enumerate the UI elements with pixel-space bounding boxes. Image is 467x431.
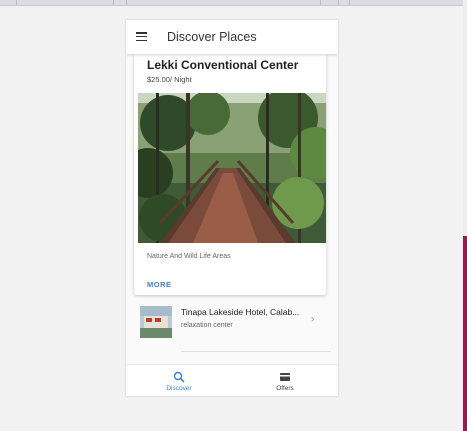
list-item[interactable]: Tinapa Lakeside Hotel, Calab... relaxati… (140, 304, 330, 338)
more-button[interactable]: MORE (147, 280, 172, 289)
tab-discover[interactable]: Discover (126, 365, 232, 396)
card-icon (280, 373, 290, 381)
place-category: Nature And Wild Life Areas (147, 253, 231, 260)
list-divider (181, 351, 331, 352)
place-image (138, 93, 326, 243)
discover-content[interactable]: Lekki Conventional Center $25.00/ Night (126, 54, 338, 364)
bottom-navigation: Discover Offers (126, 364, 338, 396)
place-thumbnail (140, 306, 172, 338)
tab-offers-label: Offers (276, 385, 294, 392)
list-item-title: Tinapa Lakeside Hotel, Calab... (181, 307, 300, 317)
tab-separator (338, 0, 339, 5)
tab-separator (126, 0, 127, 5)
window-edge-accent (463, 236, 467, 431)
featured-place-card[interactable]: Lekki Conventional Center $25.00/ Night (134, 54, 326, 295)
chevron-right-icon: › (311, 314, 315, 325)
list-item-subtitle: relaxation center (181, 322, 233, 329)
menu-icon[interactable] (136, 32, 147, 42)
app-toolbar: Discover Places (126, 20, 338, 54)
tab-offers[interactable]: Offers (232, 365, 338, 396)
page-title: Discover Places (167, 30, 257, 44)
browser-top-strip (0, 0, 467, 6)
tab-separator (320, 0, 321, 5)
tab-discover-label: Discover (166, 385, 192, 392)
place-price: $25.00/ Night (147, 75, 192, 84)
phone-viewport: Discover Places Lekki Conventional Cente… (126, 20, 338, 396)
place-name: Lekki Conventional Center (147, 58, 299, 72)
tab-separator (16, 0, 17, 5)
tab-separator (113, 0, 114, 5)
search-icon (173, 371, 185, 383)
tab-separator (349, 0, 350, 5)
